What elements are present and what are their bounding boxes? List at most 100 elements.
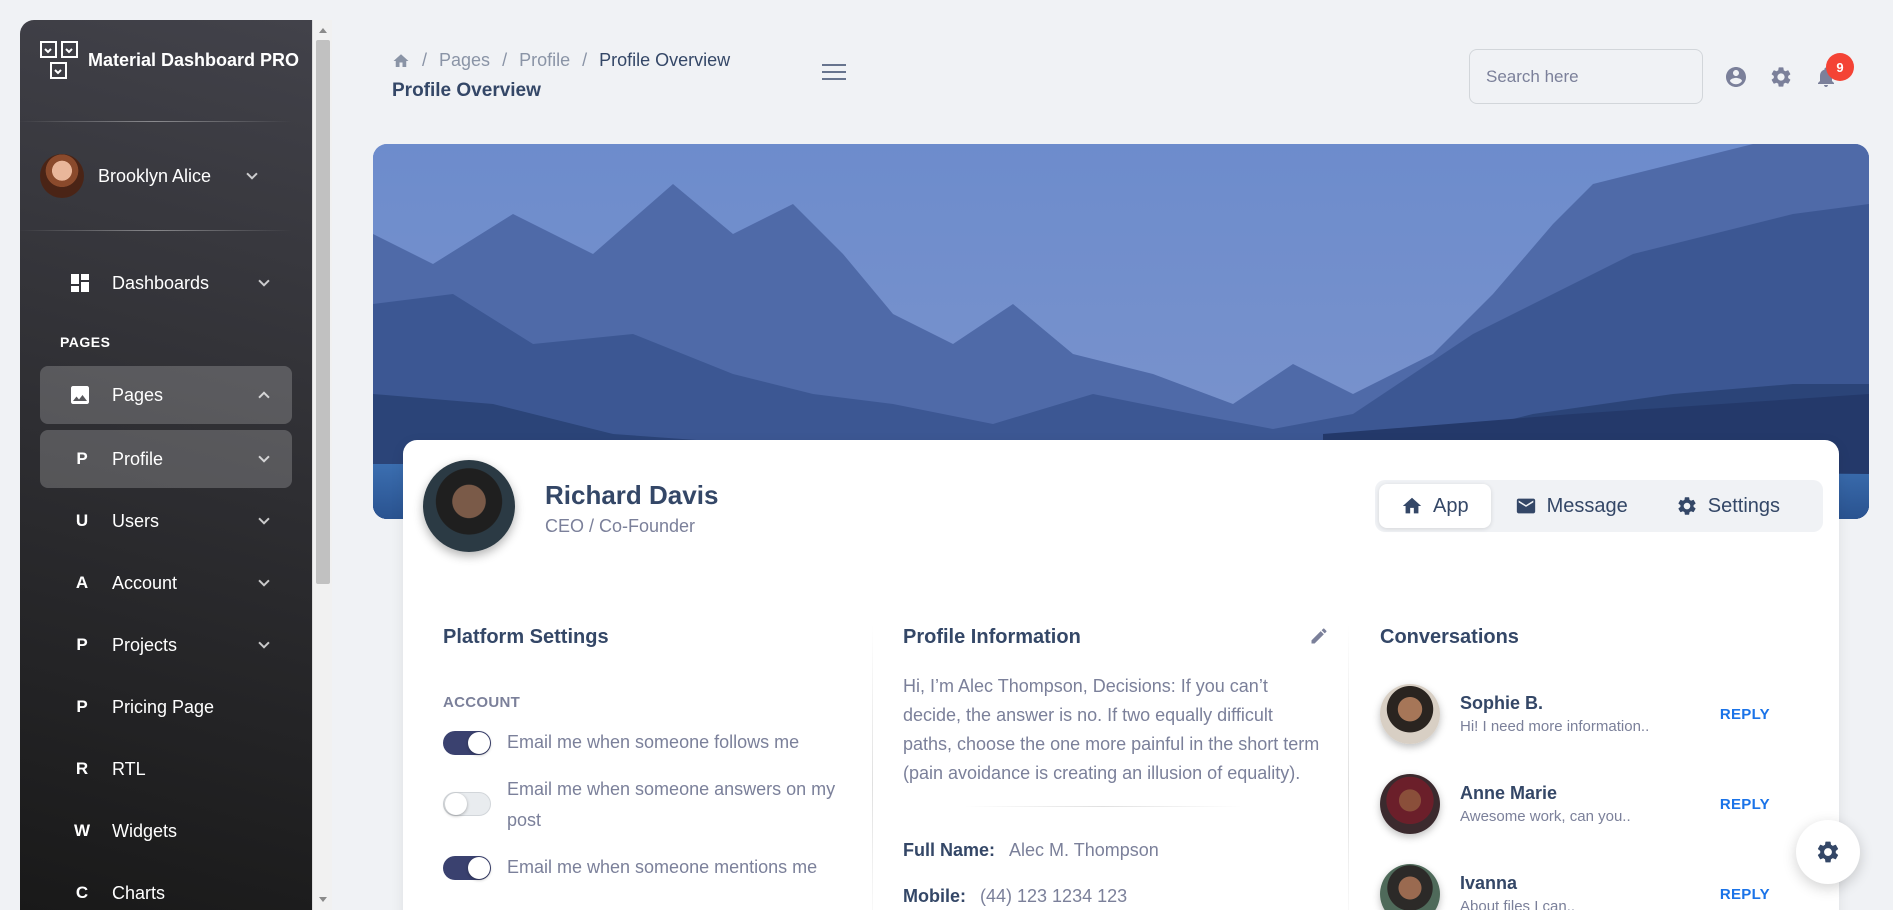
gear-icon — [1678, 497, 1696, 515]
mentions-toggle[interactable] — [443, 856, 491, 880]
dashboard-logo-icon — [40, 41, 78, 79]
sidebar-item-letter: U — [75, 511, 89, 530]
sidebar-item-label: Pricing Page — [112, 696, 215, 717]
profile-info-title: Profile Information — [903, 626, 1081, 648]
sidebar-scrollbar[interactable] — [312, 20, 332, 910]
conversation-message: Hi! I need more information.. — [1460, 718, 1650, 735]
tab-label: Message — [1546, 494, 1628, 517]
answers-toggle[interactable] — [443, 792, 491, 816]
sidebar-item-pricing-page[interactable]: P Pricing Page — [40, 678, 292, 736]
setting-follows: Email me when someone follows me — [443, 727, 863, 758]
notification-badge: 9 — [1826, 53, 1854, 81]
platform-settings-title: Platform Settings — [443, 626, 609, 648]
tab-settings[interactable]: Settings — [1652, 484, 1804, 528]
sidebar-item-pages[interactable]: Pages — [40, 366, 292, 424]
conversation-item: Anne Marie Awesome work, can you.. REPLY — [1380, 772, 1800, 836]
sidebar-item-charts[interactable]: C Charts — [40, 864, 292, 910]
profile-bio: Hi, I’m Alec Thompson, Decisions: If you… — [903, 676, 1320, 783]
sidebar-item-projects[interactable]: P Projects — [40, 616, 292, 674]
profile-tabs: App Message Settings — [1375, 480, 1823, 532]
sidebar-item-letter: P — [76, 449, 88, 468]
search-input[interactable] — [1469, 49, 1703, 104]
profile-role: CEO / Co-Founder — [545, 516, 696, 536]
tab-label: App — [1433, 494, 1469, 517]
brand[interactable]: Material Dashboard PRO — [40, 32, 299, 88]
sidebar-item-profile[interactable]: P Profile — [40, 430, 292, 488]
setting-label: Email me when someone follows me — [507, 732, 800, 752]
sidebar-item-rtl[interactable]: R RTL — [40, 740, 292, 798]
conversations-title: Conversations — [1380, 626, 1519, 648]
info-divider — [963, 806, 1243, 807]
avatar — [1380, 684, 1440, 744]
setting-label: Email me when someone mentions me — [507, 857, 818, 877]
sidebar-divider — [20, 230, 292, 231]
chevron-down-icon — [258, 575, 270, 587]
sidebar-item-label: Account — [112, 572, 178, 593]
breadcrumb-current: Profile Overview — [599, 50, 731, 70]
conversation-item: Sophie B. Hi! I need more information.. … — [1380, 682, 1800, 746]
email-icon — [1516, 498, 1535, 514]
scroll-down-arrow-icon[interactable] — [319, 897, 327, 902]
scroll-thumb[interactable] — [316, 40, 330, 584]
sidebar-item-letter: C — [75, 883, 89, 902]
chevron-down-icon — [246, 168, 258, 180]
info-value: (44) 123 1234 123 — [980, 886, 1128, 906]
chevron-down-icon — [258, 637, 270, 649]
menu-toggle-icon[interactable] — [822, 64, 846, 85]
reply-button[interactable]: REPLY — [1720, 796, 1770, 813]
sidebar-item-label: Charts — [112, 882, 166, 903]
chevron-down-icon — [258, 513, 270, 525]
conversation-name: Anne Marie — [1460, 783, 1558, 803]
scroll-up-arrow-icon[interactable] — [319, 28, 327, 33]
sidebar-item-label: Projects — [112, 634, 178, 655]
reply-button[interactable]: REPLY — [1720, 886, 1770, 903]
settings-section-label: ACCOUNT — [443, 694, 521, 711]
sidebar-item-letter: W — [73, 821, 91, 840]
info-label: Mobile: — [903, 886, 966, 906]
breadcrumb-separator: / — [422, 50, 428, 70]
breadcrumb-item[interactable]: Profile — [519, 50, 570, 71]
sidebar: Material Dashboard PRO Brooklyn Alice Da… — [20, 20, 312, 910]
info-value: Alec M. Thompson — [1009, 840, 1159, 860]
dashboard-icon — [66, 271, 94, 295]
home-icon[interactable] — [392, 52, 410, 70]
sidebar-item-label: Users — [112, 510, 160, 531]
column-divider — [1348, 624, 1349, 910]
follows-toggle[interactable] — [443, 731, 491, 755]
sidebar-section-label: PAGES — [60, 334, 111, 350]
gear-icon[interactable] — [1769, 65, 1793, 89]
info-mobile: Mobile: (44) 123 1234 123 — [903, 886, 1127, 907]
sidebar-item-label: Pages — [112, 384, 164, 405]
conversation-item: Ivanna About files I can.. REPLY — [1380, 862, 1800, 910]
brand-name: Material Dashboard PRO — [88, 49, 300, 70]
column-divider — [872, 624, 873, 910]
gear-icon — [1817, 841, 1839, 863]
setting-mentions: Email me when someone mentions me — [443, 852, 863, 883]
breadcrumb: / Pages / Profile / Profile Overview — [392, 50, 730, 71]
sidebar-item-users[interactable]: U Users — [40, 492, 292, 550]
edit-icon[interactable] — [1309, 626, 1329, 646]
account-circle-icon[interactable] — [1724, 65, 1748, 89]
conversation-message: Awesome work, can you.. — [1460, 808, 1631, 825]
reply-button[interactable]: REPLY — [1720, 706, 1770, 723]
configurator-button[interactable] — [1796, 820, 1860, 884]
sidebar-item-label: Dashboards — [112, 272, 210, 293]
sidebar-item-widgets[interactable]: W Widgets — [40, 802, 292, 860]
breadcrumb-separator: / — [582, 50, 588, 70]
image-icon — [66, 383, 94, 407]
conversation-message: About files I can.. — [1460, 898, 1576, 910]
tab-label: Settings — [1707, 494, 1781, 517]
sidebar-item-account[interactable]: A Account — [40, 554, 292, 612]
breadcrumb-item[interactable]: Pages — [439, 50, 490, 71]
sidebar-item-label: Profile — [112, 448, 164, 469]
sidebar-user[interactable]: Brooklyn Alice — [40, 154, 280, 198]
tab-message[interactable]: Message — [1491, 484, 1652, 528]
sidebar-item-dashboards[interactable]: Dashboards — [40, 254, 292, 312]
home-icon — [1402, 497, 1422, 514]
chevron-up-icon — [258, 391, 270, 403]
tab-app[interactable]: App — [1379, 484, 1491, 528]
profile-card: Richard Davis CEO / Co-Founder App Messa… — [403, 440, 1839, 910]
sidebar-item-letter: P — [76, 697, 88, 716]
avatar — [1380, 864, 1440, 910]
page-title: Profile Overview — [392, 80, 541, 101]
